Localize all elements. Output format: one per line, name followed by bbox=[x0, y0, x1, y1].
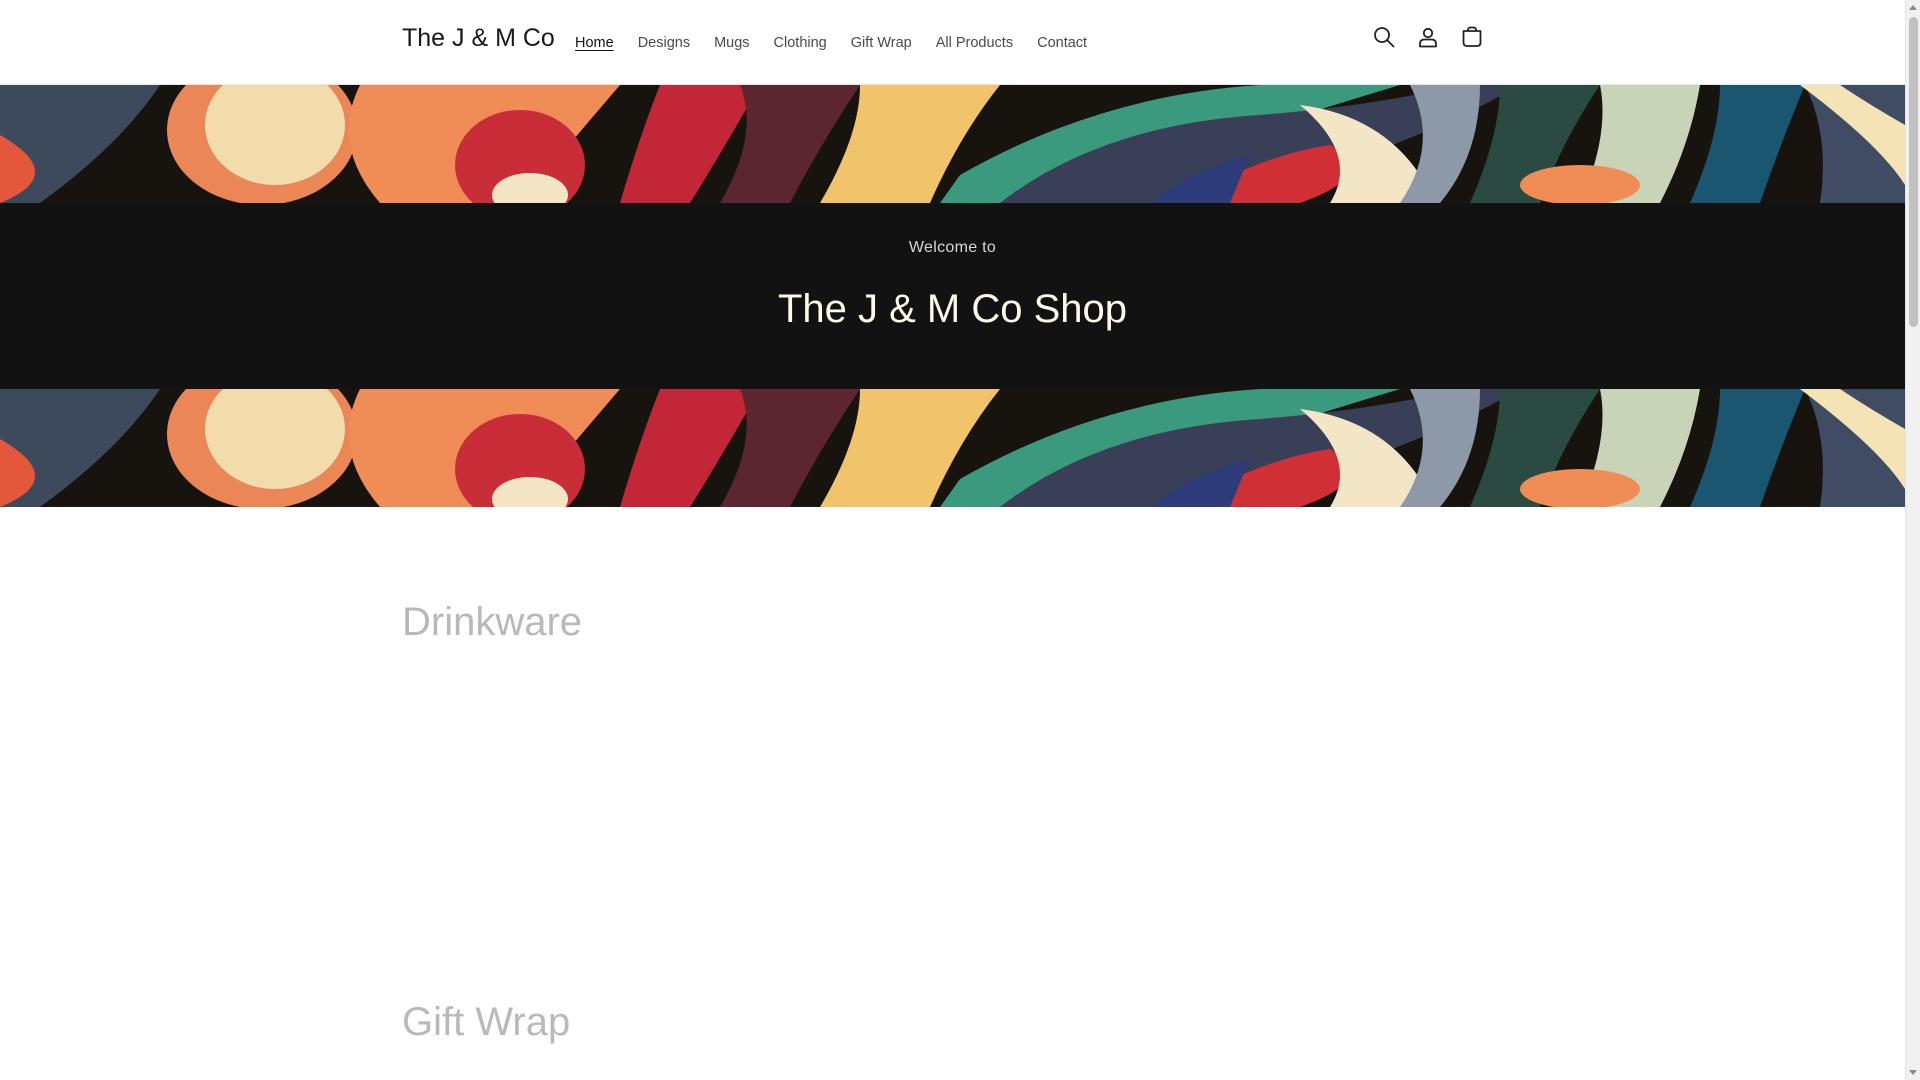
abstract-pattern-image bbox=[0, 85, 1905, 203]
scroll-thumb[interactable] bbox=[1909, 17, 1918, 327]
hero-title: The J & M Co Shop bbox=[777, 287, 1128, 331]
nav-contact[interactable]: Contact bbox=[1025, 28, 1099, 58]
nav-home[interactable]: Home bbox=[563, 28, 626, 58]
section-title-drinkware: Drinkware bbox=[402, 600, 583, 644]
nav-mugs[interactable]: Mugs bbox=[702, 28, 761, 58]
abstract-pattern-image bbox=[0, 389, 1905, 507]
account-icon[interactable] bbox=[1415, 24, 1441, 50]
section-title-gift-wrap: Gift Wrap bbox=[402, 1000, 571, 1044]
nav-clothing[interactable]: Clothing bbox=[762, 28, 839, 58]
hero-pattern-top bbox=[0, 85, 1905, 203]
nav-designs[interactable]: Designs bbox=[626, 28, 702, 58]
cart-icon[interactable] bbox=[1459, 24, 1485, 50]
main-nav: Home Designs Mugs Clothing Gift Wrap All… bbox=[563, 28, 1099, 58]
page: The J & M Co Home Designs Mugs Clothing … bbox=[0, 0, 1905, 1080]
hero-subtitle: Welcome to bbox=[908, 239, 997, 256]
vertical-scrollbar[interactable] bbox=[1905, 0, 1920, 1080]
scroll-up-arrow-icon[interactable] bbox=[1909, 5, 1917, 10]
scroll-down-arrow-icon[interactable] bbox=[1909, 1070, 1917, 1075]
nav-gift-wrap[interactable]: Gift Wrap bbox=[839, 28, 924, 58]
header-icons bbox=[1371, 24, 1485, 50]
hero-pattern-bottom bbox=[0, 389, 1905, 507]
nav-all-products[interactable]: All Products bbox=[924, 28, 1025, 58]
site-logo[interactable]: The J & M Co bbox=[402, 24, 555, 53]
search-icon[interactable] bbox=[1371, 24, 1397, 50]
site-header: The J & M Co Home Designs Mugs Clothing … bbox=[0, 0, 1905, 85]
hero-banner: Welcome to The J & M Co Shop bbox=[0, 203, 1905, 389]
